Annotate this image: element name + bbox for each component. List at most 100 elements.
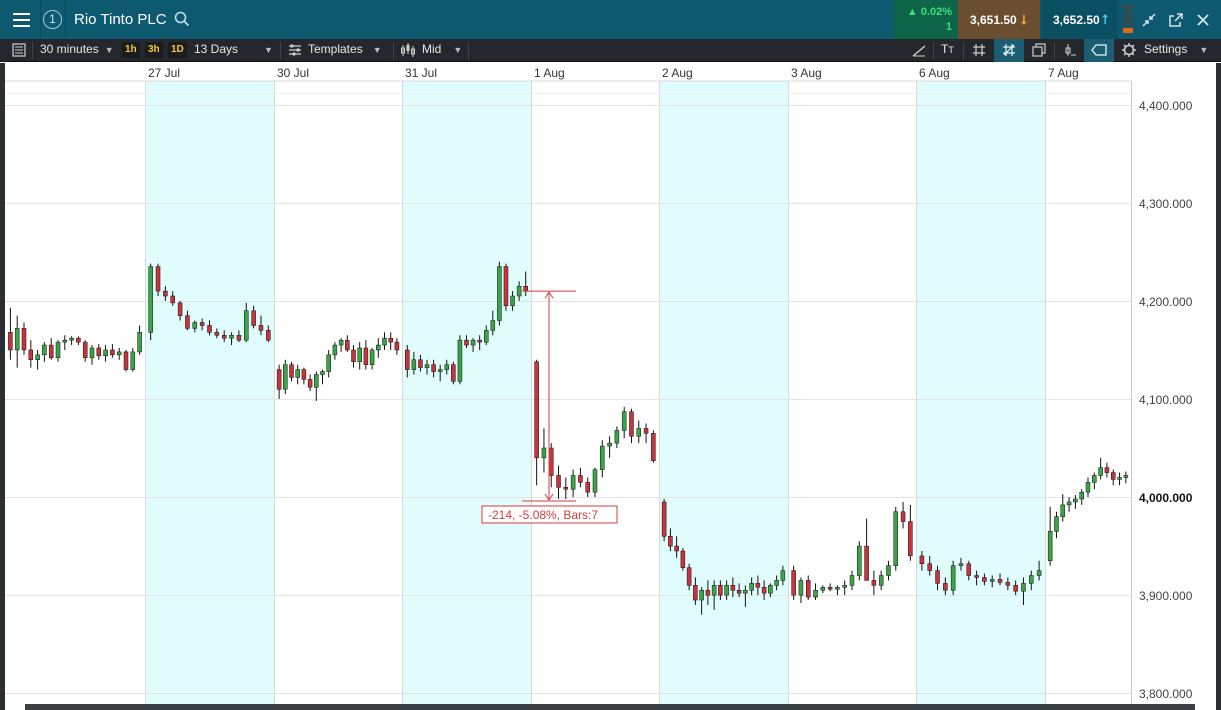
settings-dropdown[interactable]: Settings ▼ <box>1144 39 1208 61</box>
candle-body <box>411 359 417 370</box>
interval-label: 30 minutes <box>40 42 99 56</box>
session-shade <box>659 81 788 710</box>
candle-body <box>693 585 698 601</box>
candle-body <box>780 570 786 581</box>
candle-body <box>424 364 430 368</box>
candle-body <box>950 565 956 591</box>
session-shade <box>402 81 531 710</box>
candle-body <box>864 545 869 581</box>
candle-body <box>163 290 168 297</box>
volume-meter-icon <box>1123 4 1133 36</box>
candle-body <box>214 332 220 336</box>
chart-window: 1 Rio Tinto PLC ▲ 0.02% 1 3,651.50 ⭣ 3,6… <box>0 0 1221 710</box>
buy-price: 3,652.50 <box>1053 13 1100 27</box>
candle-body <box>827 587 833 590</box>
templates-label: Templates <box>308 42 363 56</box>
candle-body <box>1029 575 1034 584</box>
chart-list-icon[interactable] <box>11 42 27 58</box>
candle-body <box>1117 477 1122 480</box>
candle-body <box>1005 582 1011 586</box>
hamburger-menu-button[interactable] <box>0 0 40 39</box>
horizontal-scrollbar[interactable] <box>25 704 1195 710</box>
candle-body <box>607 442 612 447</box>
candle-body <box>570 475 576 490</box>
candle-body <box>405 349 410 370</box>
candle-body <box>363 347 369 365</box>
templates-dropdown[interactable]: Templates ▼ <box>308 39 382 61</box>
crosshair-icon[interactable] <box>1001 42 1017 58</box>
candle-body <box>835 587 840 590</box>
candle-body <box>893 511 899 566</box>
candle-body <box>155 266 161 292</box>
candle-body <box>388 337 393 343</box>
quick-interval-1d[interactable]: 1D <box>168 42 187 58</box>
price-chart[interactable]: -214, -5.08%, Bars:7 3,800.000 3,900.000 4… <box>0 63 1221 710</box>
range-dropdown[interactable]: 13 Days ▼ <box>194 39 273 61</box>
candle-body <box>680 550 686 568</box>
candle-body <box>943 583 948 591</box>
candlestick-chart[interactable]: -214, -5.08%, Bars:7 3,800.000 3,900.000 4… <box>0 63 1221 710</box>
candle-body <box>21 328 27 351</box>
candle-body <box>798 580 804 596</box>
change-percent: ▲ 0.02% <box>907 6 952 18</box>
instrument-name[interactable]: Rio Tinto PLC <box>74 11 167 28</box>
quick-interval-1h[interactable]: 1h <box>122 42 140 58</box>
candle-body <box>1036 570 1042 576</box>
price-type-label: Mid <box>422 42 442 56</box>
divider <box>393 42 394 59</box>
date-axis: 27 Jul 30 Jul 31 Jul 1 Aug 2 Aug 3 Aug 6 Aug 7 … <box>0 63 1221 82</box>
measure-label: -214, -5.08%, Bars:7 <box>488 508 598 522</box>
candle-body <box>89 347 95 359</box>
sell-price-button[interactable]: 3,651.50 ⭣ <box>958 0 1040 39</box>
candle-body <box>76 337 81 343</box>
caret-down-icon: ▼ <box>372 45 382 55</box>
popout-icon[interactable] <box>1168 12 1184 28</box>
layers-icon[interactable] <box>1031 42 1047 58</box>
candle-body <box>730 585 736 591</box>
interval-dropdown[interactable]: 30 minutes ▼ <box>40 39 114 61</box>
candle-body <box>110 349 115 356</box>
date-header <box>0 63 1221 81</box>
collapse-icon[interactable] <box>1141 12 1157 28</box>
divider <box>65 0 66 39</box>
candle-body <box>276 369 282 390</box>
settings-label: Settings <box>1144 42 1188 56</box>
trendline-icon[interactable] <box>911 42 927 58</box>
quick-interval-3h[interactable]: 3h <box>145 42 163 58</box>
caret-down-icon: ▼ <box>104 45 114 55</box>
text-tool-icon[interactable]: TT <box>941 39 954 61</box>
candle-body <box>103 349 108 357</box>
down-arrow-icon: ⭣ <box>1021 12 1028 27</box>
buy-price-button[interactable]: 3,652.50 ⭡ <box>1041 0 1118 39</box>
candle-body <box>749 583 754 591</box>
candle-body <box>592 469 598 493</box>
candle-body <box>661 501 667 537</box>
candle-body <box>283 364 288 390</box>
search-icon[interactable] <box>174 11 190 27</box>
window-number-badge[interactable]: 1 <box>43 10 62 29</box>
change-points: 1 <box>945 21 952 33</box>
candle-body <box>686 567 692 586</box>
date-tick-label: 7 Aug <box>1048 66 1079 80</box>
close-icon[interactable] <box>1195 12 1211 28</box>
candle-body <box>314 374 319 388</box>
candle-body <box>28 349 34 361</box>
date-tick-label: 31 Jul <box>405 66 437 80</box>
candle-body <box>668 536 673 547</box>
candle-body <box>48 344 54 359</box>
candle-body <box>886 565 891 576</box>
candle-body <box>457 339 463 382</box>
price-type-dropdown[interactable]: Mid ▼ <box>422 39 462 61</box>
candle-body <box>123 351 129 370</box>
candle-body <box>1013 585 1018 592</box>
date-tick-label: 30 Jul <box>277 66 309 80</box>
candle-body <box>989 579 995 582</box>
candle-body <box>82 341 88 359</box>
candle-body <box>982 577 987 582</box>
candle-body <box>170 295 175 304</box>
indicator-icon[interactable] <box>1062 42 1078 58</box>
grid-icon[interactable] <box>971 42 987 58</box>
candle-body <box>699 589 704 601</box>
price-label-icon[interactable] <box>1091 42 1107 58</box>
gear-icon[interactable] <box>1121 42 1137 58</box>
